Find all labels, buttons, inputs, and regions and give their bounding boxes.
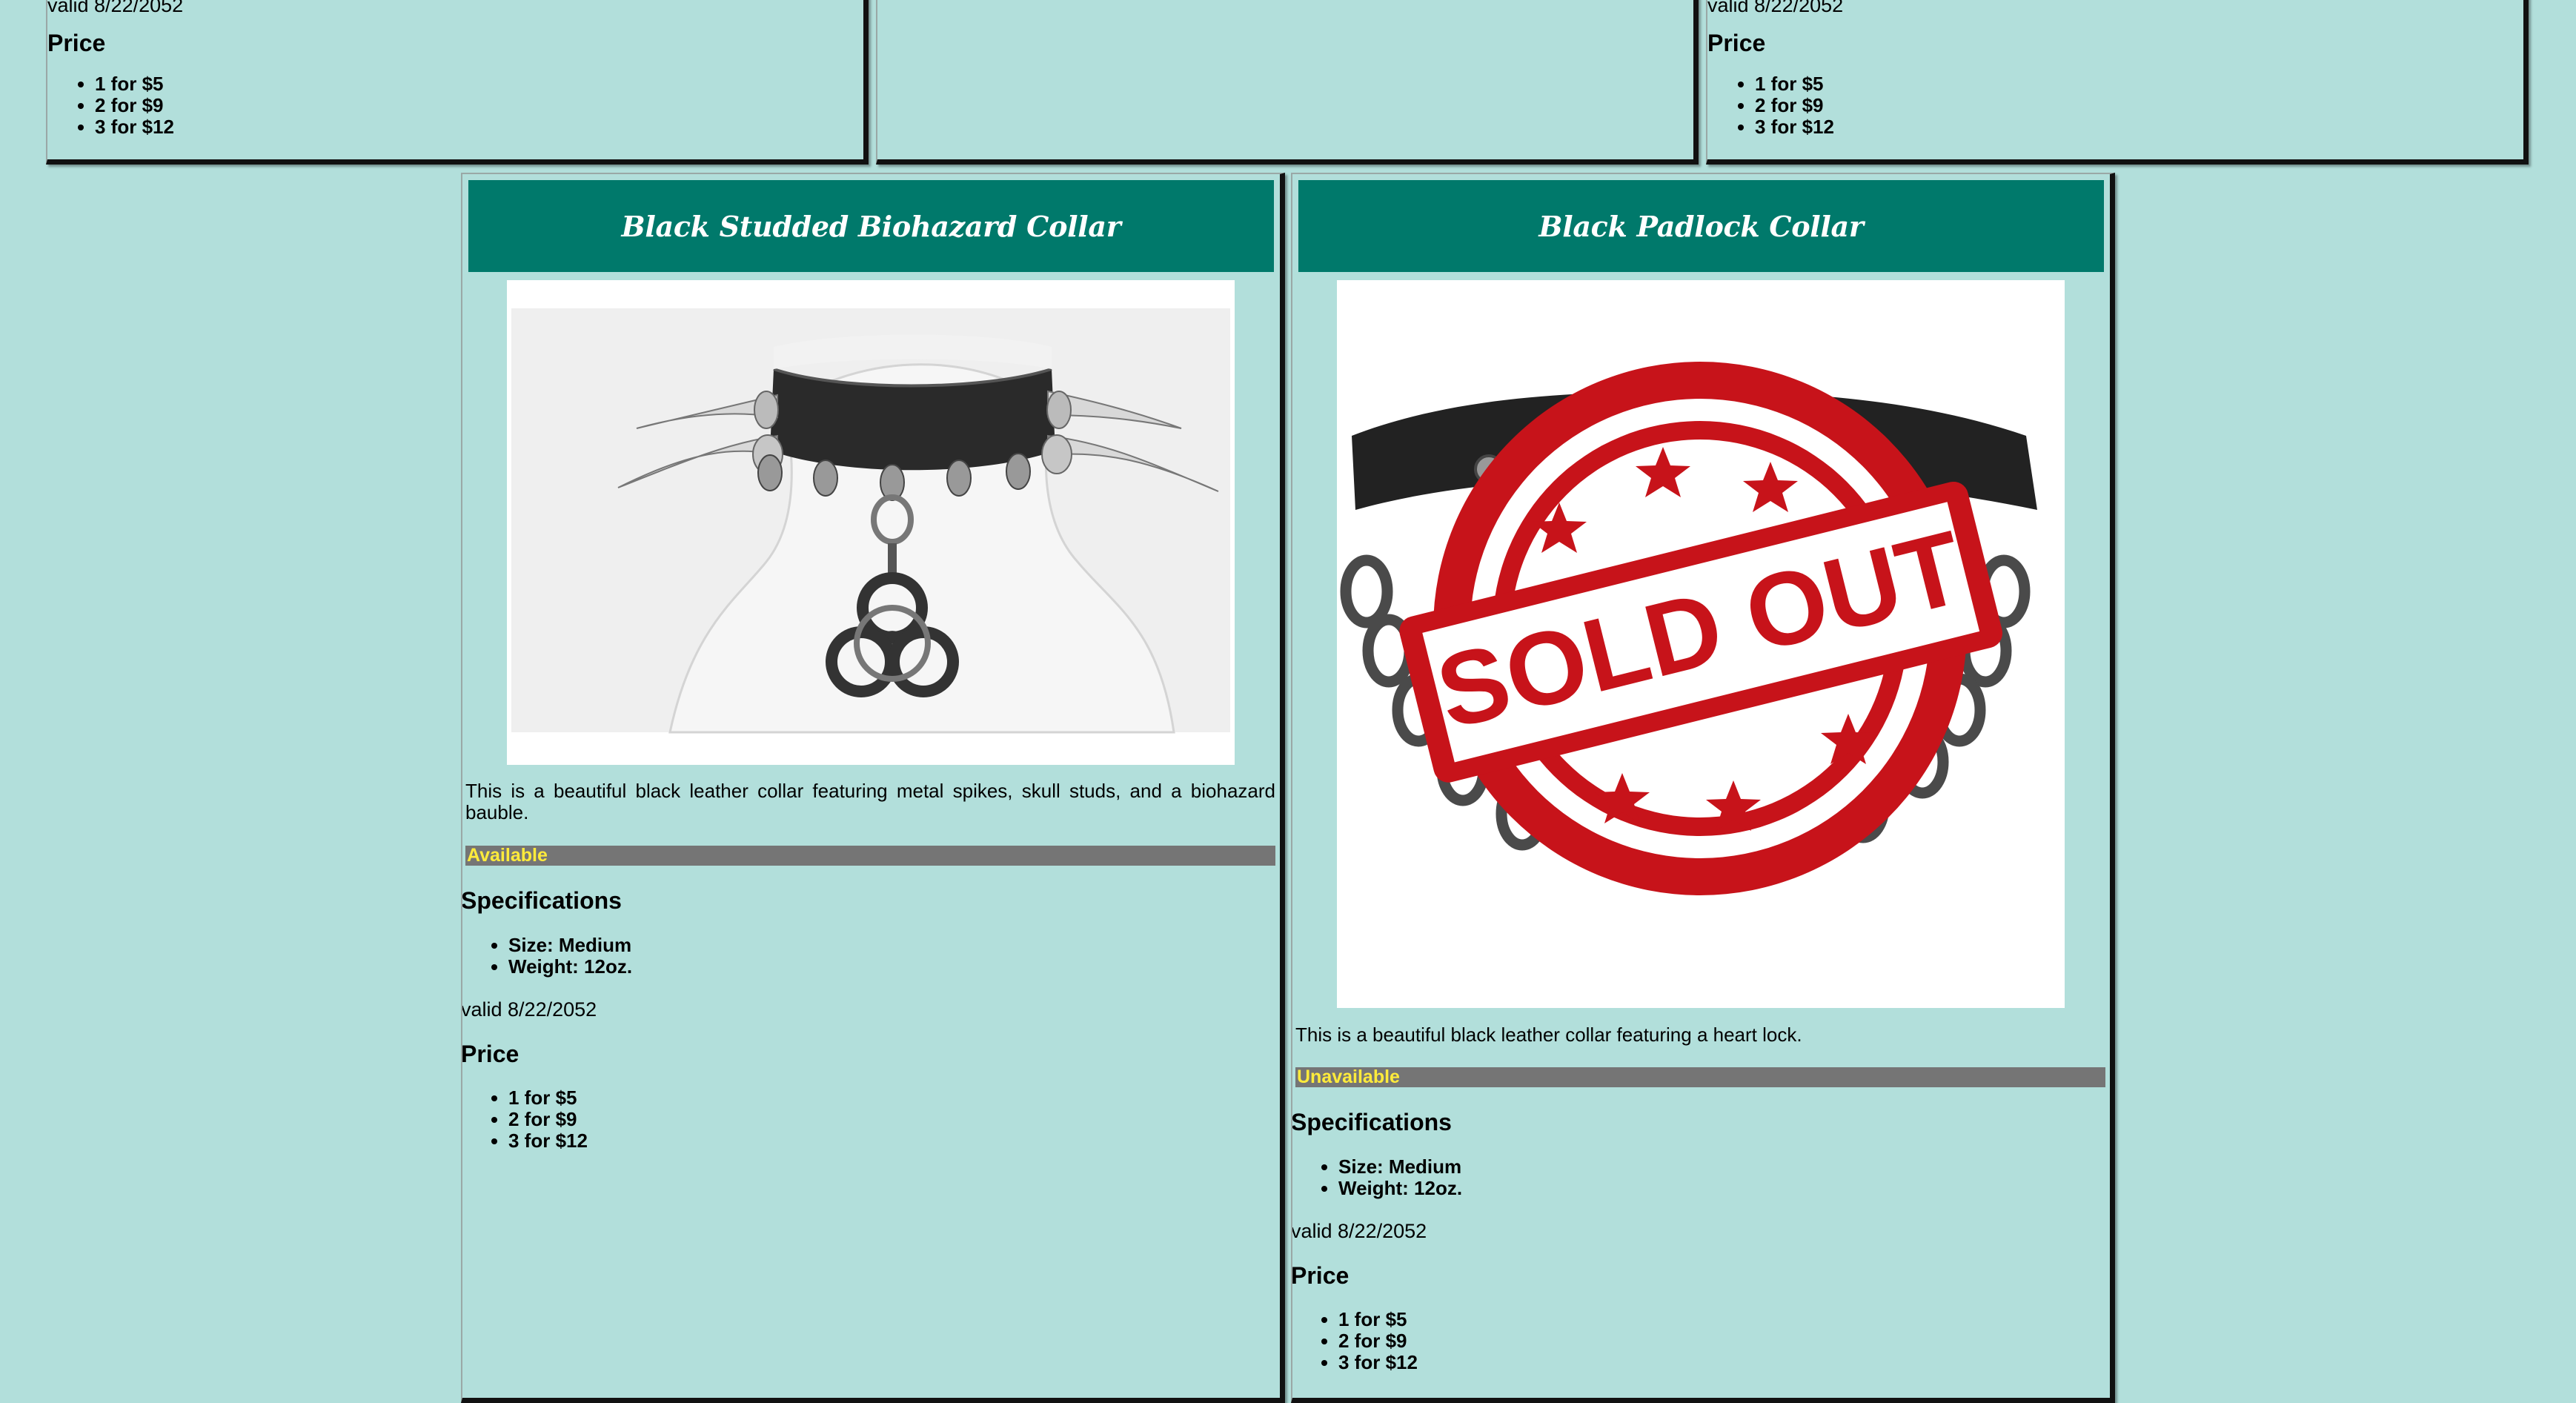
price-item: 1 for $5 bbox=[1755, 73, 1834, 95]
product-description: This is a beautiful black leather collar… bbox=[465, 780, 1275, 823]
price-heading: Price bbox=[461, 1041, 519, 1067]
price-heading: Price bbox=[1707, 30, 1766, 56]
spec-item: Size: Medium bbox=[508, 935, 632, 956]
product-card-padlock-collar: Black Padlock Collar SOLD OUT This is a … bbox=[1291, 173, 2115, 1403]
valid-date: valid 8/22/2052 bbox=[1291, 1220, 1427, 1242]
padlock-collar-image: SOLD OUT bbox=[1337, 280, 2065, 1008]
specifications-list: Size: Medium Weight: 12oz. bbox=[1292, 1156, 1462, 1199]
spec-item: Weight: 12oz. bbox=[1338, 1178, 1462, 1199]
top-card-left: valid 8/22/2052 Price 1 for $5 2 for $9 … bbox=[46, 0, 869, 165]
price-item: 2 for $9 bbox=[508, 1109, 588, 1130]
top-card-middle bbox=[876, 0, 1699, 165]
price-item: 2 for $9 bbox=[1755, 95, 1834, 116]
price-list: 1 for $5 2 for $9 3 for $12 bbox=[1707, 73, 1834, 138]
valid-date: valid 8/22/2052 bbox=[47, 0, 184, 16]
product-description: This is a beautiful black leather collar… bbox=[1295, 1024, 1802, 1046]
biohazard-collar-image bbox=[511, 308, 1230, 734]
product-title[interactable]: Black Padlock Collar bbox=[1298, 180, 2104, 272]
price-item: 1 for $5 bbox=[508, 1087, 588, 1109]
price-item: 2 for $9 bbox=[1338, 1330, 1418, 1352]
product-image[interactable]: SOLD OUT bbox=[1337, 280, 2065, 1008]
top-card-right: valid 8/22/2052 Price 1 for $5 2 for $9 … bbox=[1706, 0, 2529, 165]
availability-badge: Unavailable bbox=[1295, 1067, 2105, 1087]
price-item: 1 for $5 bbox=[95, 73, 174, 95]
spec-item: Size: Medium bbox=[1338, 1156, 1462, 1178]
price-list: 1 for $5 2 for $9 3 for $12 bbox=[1292, 1309, 1418, 1373]
spec-item: Weight: 12oz. bbox=[508, 956, 632, 978]
price-list: 1 for $5 2 for $9 3 for $12 bbox=[47, 73, 174, 138]
price-list: 1 for $5 2 for $9 3 for $12 bbox=[462, 1087, 588, 1152]
product-title[interactable]: Black Studded Biohazard Collar bbox=[468, 180, 1274, 272]
price-heading: Price bbox=[1291, 1262, 1350, 1289]
price-item: 3 for $12 bbox=[95, 116, 174, 138]
product-image[interactable] bbox=[507, 280, 1235, 765]
price-item: 3 for $12 bbox=[1755, 116, 1834, 138]
price-item: 3 for $12 bbox=[1338, 1352, 1418, 1373]
price-heading: Price bbox=[47, 30, 106, 56]
specifications-list: Size: Medium Weight: 12oz. bbox=[462, 935, 632, 978]
valid-date: valid 8/22/2052 bbox=[461, 998, 597, 1021]
availability-badge: Available bbox=[465, 846, 1275, 866]
valid-date: valid 8/22/2052 bbox=[1707, 0, 1844, 16]
price-item: 1 for $5 bbox=[1338, 1309, 1418, 1330]
price-item: 3 for $12 bbox=[508, 1130, 588, 1152]
specifications-heading: Specifications bbox=[1291, 1109, 1452, 1135]
product-card-biohazard-collar: Black Studded Biohazard Collar This is a… bbox=[461, 173, 1285, 1403]
price-item: 2 for $9 bbox=[95, 95, 174, 116]
specifications-heading: Specifications bbox=[461, 887, 622, 914]
